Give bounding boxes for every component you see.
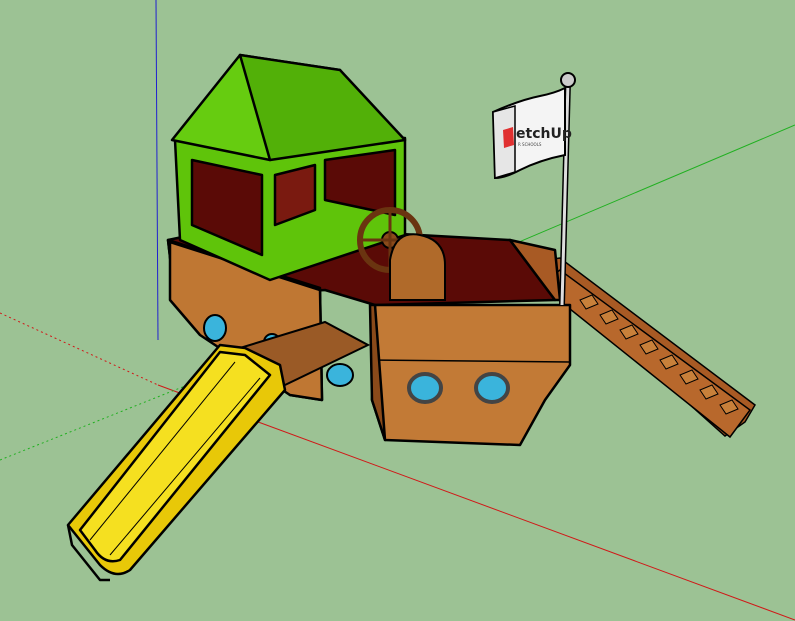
cabin (170, 53, 407, 282)
porthole (474, 372, 510, 404)
svg-text:etchUp: etchUp (516, 126, 572, 142)
red-axis-negative (0, 312, 159, 386)
sketchup-logo-icon (503, 127, 514, 148)
svg-text:R SCHOOLS: R SCHOOLS (518, 142, 542, 147)
porthole (326, 363, 354, 387)
sketchup-viewport[interactable]: etchUp R SCHOOLS (0, 0, 795, 621)
porthole (407, 372, 443, 404)
model-scene: etchUp R SCHOOLS (0, 0, 795, 621)
seat (389, 233, 446, 301)
porthole (203, 314, 227, 342)
slide (66, 343, 287, 582)
blue-axis (155, 0, 159, 341)
